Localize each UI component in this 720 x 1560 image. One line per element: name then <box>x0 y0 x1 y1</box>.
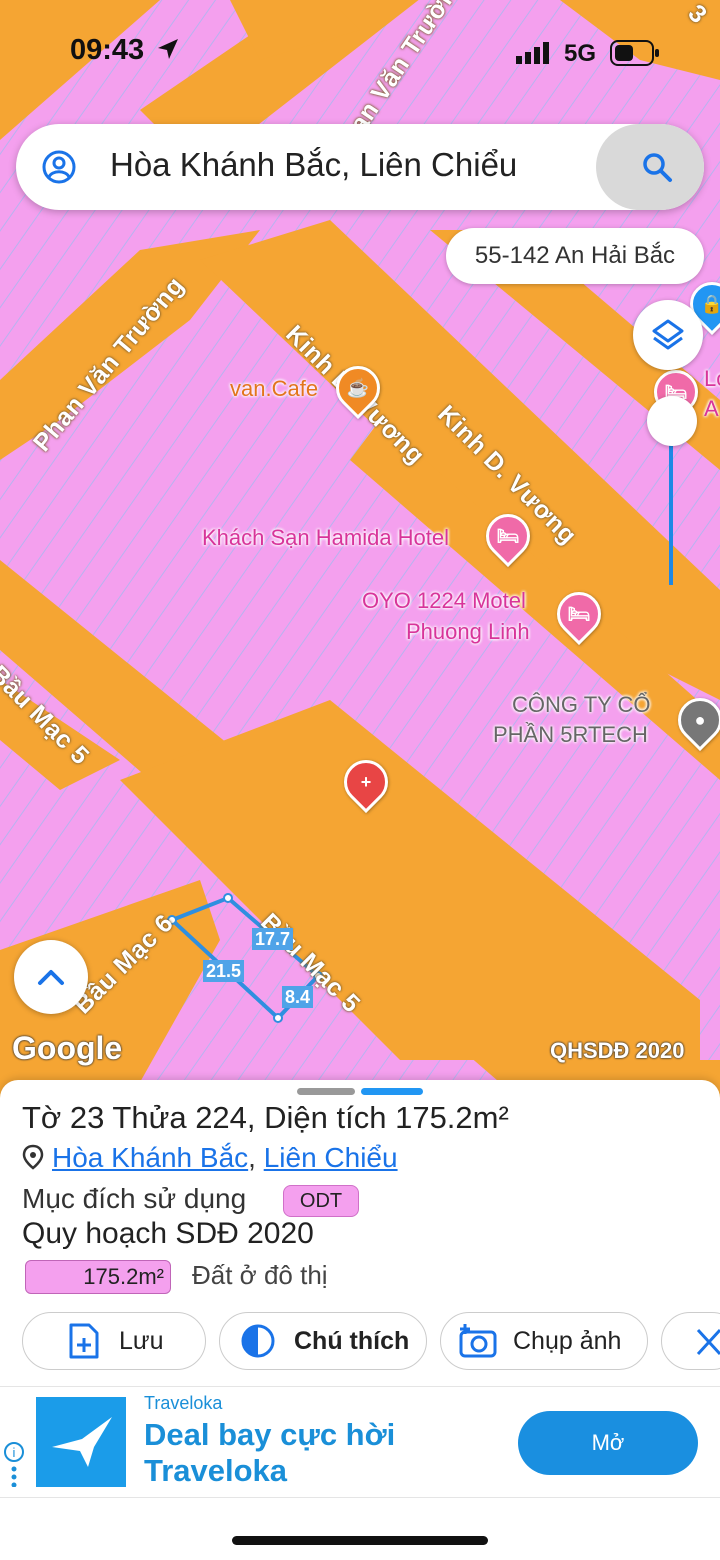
bird-icon <box>52 1417 112 1467</box>
opacity-slider-track[interactable] <box>669 440 673 585</box>
legend-button[interactable]: Chú thích <box>219 1312 427 1370</box>
poi-label[interactable]: A <box>704 396 719 422</box>
take-photo-button-label: Chụp ảnh <box>513 1326 622 1355</box>
search-icon <box>643 153 672 182</box>
network-type: 5G <box>564 40 597 67</box>
poi-label[interactable]: OYO 1224 Motel <box>362 588 526 614</box>
layers-icon <box>652 319 684 350</box>
dimension-label: 8.4 <box>282 986 314 1008</box>
poi-label[interactable]: Khách Sạn Hamida Hotel <box>202 525 449 551</box>
purpose-label: Mục đích sử dụng <box>22 1183 247 1214</box>
home-indicator[interactable] <box>232 1536 488 1545</box>
battery-icon <box>610 40 659 66</box>
opacity-slider-knob[interactable] <box>647 396 697 446</box>
dimension-label: 17.7 <box>252 928 294 950</box>
location-separator: , <box>248 1142 264 1173</box>
save-button[interactable]: Lưu <box>22 1312 206 1370</box>
sheet-handle-active[interactable] <box>361 1088 423 1095</box>
location-pin-icon <box>22 1144 44 1170</box>
measure-button[interactable] <box>661 1312 720 1370</box>
contrast-icon <box>241 1324 275 1358</box>
google-logo: Google <box>12 1030 123 1066</box>
status-time: 09:43 <box>70 34 180 67</box>
chevron-up-icon <box>38 970 64 985</box>
poi-label[interactable]: van.Cafe <box>230 376 318 402</box>
poi-label[interactable]: PHẦN 5RTECH <box>493 722 648 748</box>
sheet-handle[interactable] <box>297 1088 355 1095</box>
ad-banner[interactable]: i Traveloka Deal bay cực hời Traveloka M… <box>0 1386 720 1498</box>
purpose-badge: ODT <box>283 1185 359 1217</box>
take-photo-button[interactable]: Chụp ảnh <box>440 1312 648 1370</box>
ad-info-icon[interactable]: i <box>3 1441 25 1487</box>
dimension-label: 21.5 <box>203 960 245 982</box>
poi-label[interactable]: CÔNG TY CỔ <box>512 692 651 718</box>
search-bar[interactable]: Hòa Khánh Bắc, Liên Chiểu <box>16 124 704 210</box>
search-button[interactable] <box>596 124 704 210</box>
svg-text:i: i <box>13 1445 16 1460</box>
layers-button[interactable] <box>633 300 703 370</box>
ad-brand: Traveloka <box>144 1393 223 1413</box>
signal-icon <box>516 42 549 64</box>
add-photo-icon <box>459 1324 497 1358</box>
district-link[interactable]: Liên Chiểu <box>264 1142 398 1173</box>
layer-name-label: QHSDĐ 2020 <box>550 1038 685 1063</box>
expand-up-button[interactable] <box>14 940 88 1014</box>
area-value-box: 175.2m² <box>25 1260 171 1294</box>
parcel-location: Hòa Khánh Bắc, Liên Chiểu <box>22 1142 398 1174</box>
legend-button-label: Chú thích <box>294 1326 410 1355</box>
poi-label[interactable]: Lo <box>704 366 720 392</box>
save-button-label: Lưu <box>119 1326 164 1355</box>
ad-headline: Deal bay cực hời Traveloka <box>144 1417 396 1488</box>
poi-label[interactable]: Phuong Linh <box>406 619 530 645</box>
ward-link[interactable]: Hòa Khánh Bắc <box>52 1142 248 1173</box>
traveloka-logo <box>36 1397 126 1487</box>
account-icon[interactable] <box>42 150 76 184</box>
area-description: Đất ở đô thị <box>192 1260 328 1290</box>
parcel-title: Tờ 23 Thửa 224, Diện tích 175.2m² <box>22 1100 509 1135</box>
location-arrow-icon <box>158 39 179 59</box>
search-input[interactable]: Hòa Khánh Bắc, Liên Chiểu <box>110 146 517 184</box>
ruler-icon <box>696 1328 720 1356</box>
add-file-icon <box>69 1323 99 1359</box>
ad-open-button[interactable]: Mở <box>518 1411 698 1475</box>
plan-label: Quy hoạch SDĐ 2020 <box>22 1217 314 1250</box>
status-bar: 09:43 5G <box>0 0 720 100</box>
address-chip[interactable]: 55-142 An Hải Bắc <box>446 228 704 284</box>
